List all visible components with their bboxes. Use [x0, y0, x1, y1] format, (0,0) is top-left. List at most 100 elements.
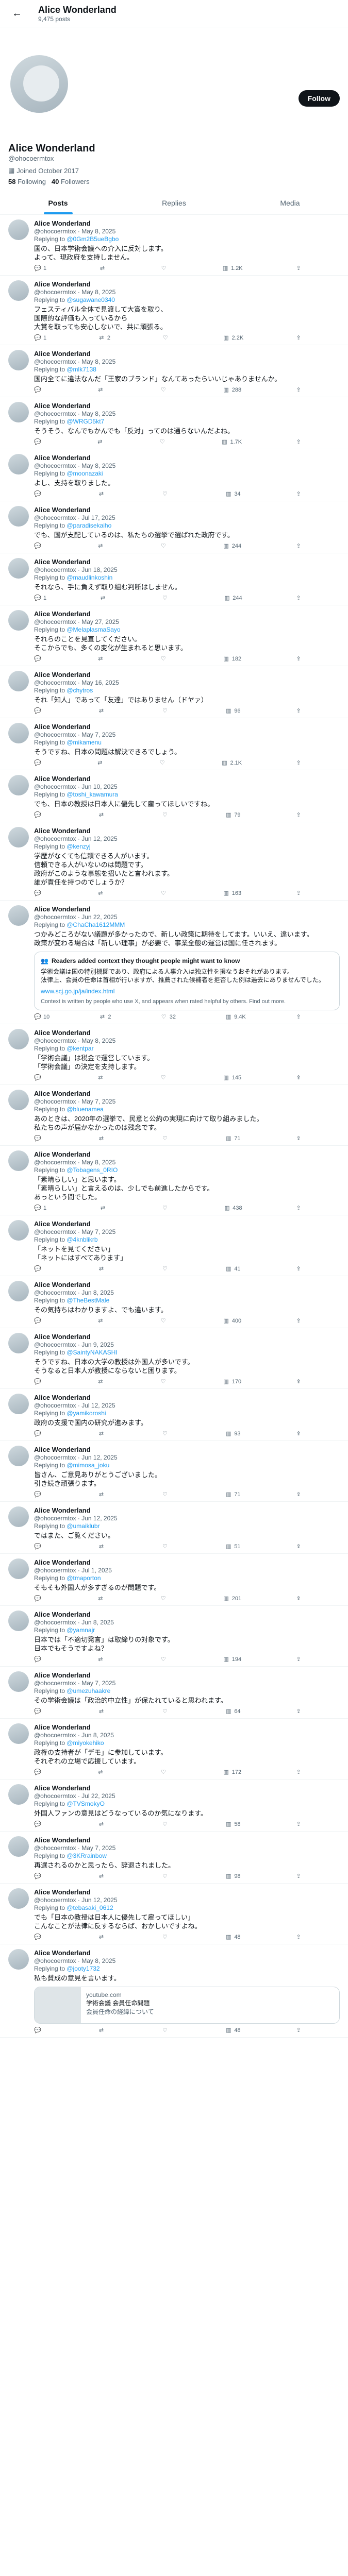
tweet-avatar[interactable] — [8, 723, 29, 743]
tweet-date[interactable]: May 8, 2025 — [81, 462, 115, 469]
share-button[interactable]: ⇪ — [295, 1265, 302, 1272]
retweet-button[interactable]: ⇄ — [97, 1378, 106, 1385]
note-link[interactable]: www.scj.go.jp/ja/index.html — [41, 987, 333, 995]
tweet-author[interactable]: Alice Wonderland — [34, 1723, 340, 1732]
tweet-avatar[interactable] — [8, 1558, 29, 1579]
tweet-date[interactable]: May 16, 2025 — [81, 679, 119, 686]
share-button[interactable]: ⇪ — [295, 1013, 302, 1020]
reply-button[interactable]: 💬 — [34, 1595, 43, 1602]
tweet-date[interactable]: Jun 12, 2025 — [81, 1515, 117, 1522]
tweet-author[interactable]: Alice Wonderland — [34, 1029, 340, 1037]
tweet[interactable]: Alice Wonderland @ohocoermtox · Jun 22, 2… — [0, 901, 348, 1024]
arrow-left-icon[interactable]: ← — [8, 5, 26, 22]
tweet-date[interactable]: Jun 8, 2025 — [81, 1619, 114, 1626]
views-button[interactable]: ▥ 201 — [223, 1595, 242, 1602]
tweet-date[interactable]: May 8, 2025 — [81, 1037, 115, 1044]
views-button[interactable]: ▥ 244 — [223, 595, 242, 602]
tweet-date[interactable]: May 8, 2025 — [81, 410, 115, 417]
tab-media[interactable]: Media — [232, 192, 348, 214]
share-button[interactable]: ⇪ — [295, 1769, 302, 1775]
tweet-date[interactable]: Jul 17, 2025 — [81, 514, 115, 521]
tweet-avatar[interactable] — [8, 1281, 29, 1301]
like-button[interactable]: ♡ — [159, 438, 168, 445]
reply-button[interactable]: 💬 — [34, 655, 43, 662]
views-button[interactable]: ▥ 98 — [225, 1873, 240, 1880]
reply-to-handle[interactable]: @yamnajr — [67, 1626, 95, 1634]
tweet[interactable]: Alice Wonderland @ohocoermtox · Jun 18, 2… — [0, 553, 348, 605]
reply-button[interactable]: 💬 — [34, 811, 43, 818]
like-button[interactable]: ♡ — [160, 1656, 169, 1663]
tweet-avatar[interactable] — [8, 219, 29, 240]
tweet-avatar[interactable] — [8, 1888, 29, 1909]
tweet-author[interactable]: Alice Wonderland — [34, 1333, 340, 1341]
tweet-author[interactable]: Alice Wonderland — [34, 610, 340, 618]
like-button[interactable]: ♡ — [161, 1265, 171, 1272]
tweet[interactable]: Alice Wonderland @ohocoermtox · May 8, 20… — [0, 1944, 348, 2038]
views-button[interactable]: ▥ 71 — [225, 1135, 240, 1142]
tweet-author[interactable]: Alice Wonderland — [34, 1281, 340, 1289]
tweet-avatar[interactable] — [8, 558, 29, 579]
tweet-avatar[interactable] — [8, 827, 29, 848]
views-button[interactable]: ▥ 93 — [225, 1430, 240, 1437]
reply-to-handle[interactable]: @chytros — [67, 687, 93, 694]
reply-to-handle[interactable]: @kenzyj — [67, 843, 90, 850]
tweet[interactable]: Alice Wonderland @ohocoermtox · May 8, 20… — [0, 276, 348, 345]
tweet-avatar[interactable] — [8, 1029, 29, 1049]
tweet-author[interactable]: Alice Wonderland — [34, 1090, 340, 1098]
share-button[interactable]: ⇪ — [295, 1491, 302, 1498]
retweet-button[interactable]: ⇄ — [97, 1491, 107, 1498]
tweet-date[interactable]: May 7, 2025 — [81, 1228, 115, 1235]
reply-to-handle[interactable]: @mimosa_joku — [67, 1462, 109, 1469]
retweet-button[interactable]: ⇄ 2 — [98, 1013, 111, 1021]
reply-to-handle[interactable]: @umaiklubr — [67, 1522, 100, 1530]
views-button[interactable]: ▥ 9.4K — [225, 1013, 246, 1021]
tweet-avatar[interactable] — [8, 1784, 29, 1805]
tweet-date[interactable]: Jun 12, 2025 — [81, 1896, 117, 1904]
like-button[interactable]: ♡ — [161, 1491, 171, 1498]
tweet-date[interactable]: Jun 22, 2025 — [81, 913, 117, 921]
tweet-author[interactable]: Alice Wonderland — [34, 1506, 340, 1515]
reply-button[interactable]: 💬 — [34, 890, 43, 896]
tweet-author[interactable]: Alice Wonderland — [34, 1220, 340, 1228]
retweet-button[interactable]: ⇄ — [97, 707, 107, 714]
tweet[interactable]: Alice Wonderland @ohocoermtox · May 7, 20… — [0, 1215, 348, 1276]
tweet-author[interactable]: Alice Wonderland — [34, 775, 340, 783]
reply-to-handle[interactable]: @tmaporton — [67, 1574, 101, 1582]
tweet-author[interactable]: Alice Wonderland — [34, 1558, 340, 1567]
tweet-date[interactable]: May 8, 2025 — [81, 228, 115, 235]
reply-button[interactable]: 💬 — [34, 1708, 43, 1715]
tweet-author[interactable]: Alice Wonderland — [34, 350, 340, 358]
tweet[interactable]: Alice Wonderland @ohocoermtox · Jun 8, 20… — [0, 1719, 348, 1780]
reply-to-handle[interactable]: @mikamenu — [67, 739, 102, 746]
reply-button[interactable]: 💬 10 — [34, 1013, 49, 1021]
tweet[interactable]: Alice Wonderland @ohocoermtox · Jul 22, 2… — [0, 1780, 348, 1832]
views-button[interactable]: ▥ 64 — [225, 1708, 240, 1715]
views-button[interactable]: ▥ 58 — [225, 1821, 240, 1828]
tweet-avatar[interactable] — [8, 671, 29, 691]
share-button[interactable]: ⇪ — [295, 1708, 302, 1715]
share-button[interactable]: ⇪ — [295, 759, 302, 766]
reply-button[interactable]: 💬 — [34, 1769, 43, 1775]
like-button[interactable]: ♡ — [160, 1074, 169, 1081]
share-button[interactable]: ⇪ — [295, 265, 302, 272]
reply-to-handle[interactable]: @paradisekaiho — [67, 522, 111, 529]
tweet[interactable]: Alice Wonderland @ohocoermtox · May 8, 20… — [0, 345, 348, 397]
views-button[interactable]: ▥ 2.1K — [221, 759, 242, 767]
retweet-button[interactable]: ⇄ — [96, 759, 106, 766]
reply-button[interactable]: 💬 — [34, 759, 43, 766]
like-button[interactable]: ♡ — [161, 1934, 171, 1940]
tweet[interactable]: Alice Wonderland @ohocoermtox · May 16, 2… — [0, 666, 348, 718]
reply-button[interactable]: 💬 — [34, 1821, 43, 1827]
tweet-date[interactable]: Jul 22, 2025 — [81, 1792, 115, 1800]
like-button[interactable]: ♡ — [161, 490, 171, 497]
views-button[interactable]: ▥ 244 — [223, 543, 242, 550]
like-button[interactable]: ♡ — [161, 707, 171, 714]
views-button[interactable]: ▥ 400 — [223, 1317, 242, 1325]
retweet-button[interactable]: ⇄ — [97, 1317, 106, 1324]
reply-to-handle[interactable]: @moonazaki — [67, 470, 103, 477]
reply-button[interactable]: 💬 — [34, 1135, 43, 1142]
retweet-button[interactable]: ⇄ — [100, 595, 109, 601]
share-button[interactable]: ⇪ — [295, 334, 302, 341]
reply-button[interactable]: 💬 — [34, 2027, 43, 2033]
retweet-button[interactable]: ⇄ — [97, 543, 106, 549]
